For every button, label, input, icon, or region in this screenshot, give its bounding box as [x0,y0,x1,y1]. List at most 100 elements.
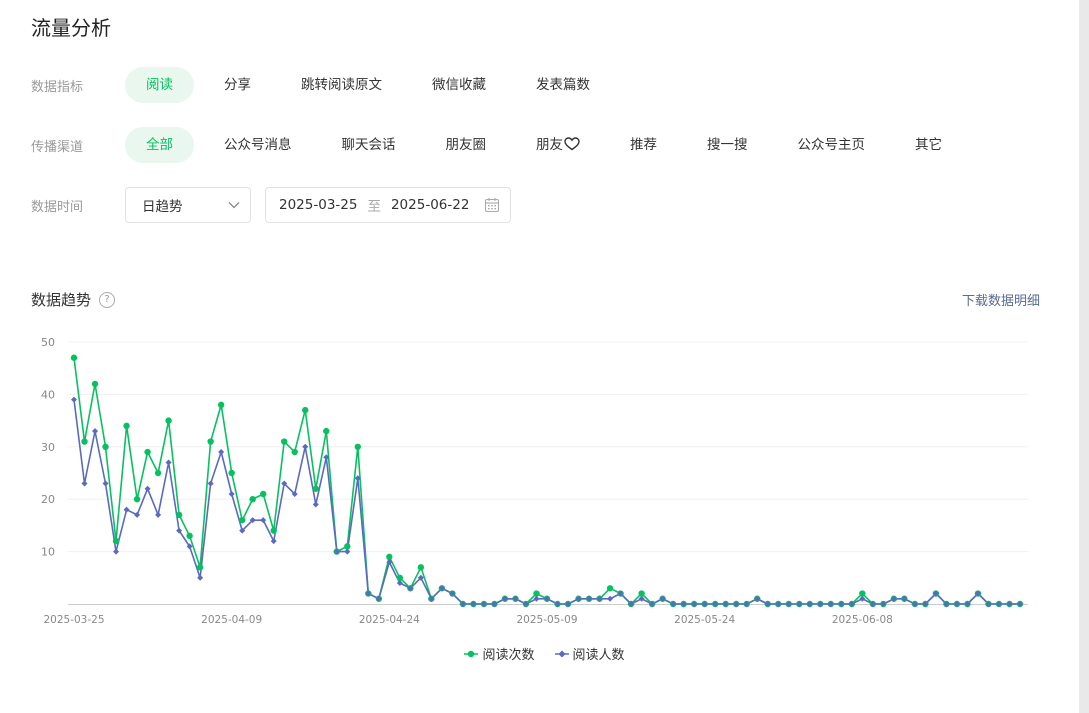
channel-option-profile[interactable]: 公众号主页 [778,127,886,163]
calendar-icon[interactable] [484,197,500,213]
data-point-reads [154,469,162,477]
data-point-users [312,501,319,508]
data-point-users [260,517,267,524]
data-point-reads [396,574,404,581]
date-range-picker[interactable]: 2025-03-25 至 2025-06-22 [265,187,511,223]
data-point-users [302,443,309,450]
channel-option-official-messages[interactable]: 公众号消息 [204,127,312,163]
data-point-reads [249,496,256,503]
channel-filter-label: 传播渠道 [31,139,84,155]
trend-mode-select[interactable]: 日趋势 [125,187,251,223]
section-title: 数据趋势 ? [31,289,116,310]
series-line-users [73,399,1020,605]
legend-item-reads[interactable]: 阅读次数 [464,644,535,663]
legend-label-reads: 阅读次数 [482,648,535,663]
time-filter-row: 数据时间 日趋势 2025-03-25 至 2025-06-22 [31,187,511,223]
metric-option-shares[interactable]: 分享 [204,67,271,103]
channel-option-search[interactable]: 搜一搜 [687,127,768,163]
data-point-reads [417,564,425,571]
data-point-users [92,428,99,435]
data-point-reads [133,496,141,503]
data-point-users [197,574,204,581]
metric-option-posts[interactable]: 发表篇数 [516,67,610,103]
date-end[interactable]: 2025-06-22 [391,197,469,213]
y-tick-label: 20 [41,493,55,506]
data-point-reads [144,448,151,456]
data-point-reads [270,527,277,534]
data-point-users [218,449,225,456]
data-point-users [123,506,130,513]
data-point-reads [228,469,235,477]
data-point-reads [344,543,351,550]
channel-option-all[interactable]: 全部 [125,127,194,163]
channel-option-friends-label: 朋友 [536,137,563,153]
data-point-users [102,480,109,487]
heart-icon [564,137,580,151]
chevron-down-icon [228,202,240,209]
channel-option-moments[interactable]: 朋友圈 [426,127,507,163]
data-point-reads [606,585,614,592]
x-tick-label: 2025-04-09 [201,614,262,626]
x-tick-label: 2025-04-24 [359,614,420,626]
y-tick-label: 50 [41,336,55,349]
data-point-reads [196,564,204,571]
trend-chart: 10 20 30 40 50 2025-03-25 2025-04-09 2025-04-24… [41,336,1028,626]
channel-option-other[interactable]: 其它 [895,127,962,163]
y-tick-label: 10 [41,546,55,559]
y-tick-label: 40 [41,388,55,401]
data-point-users [165,459,172,466]
data-point-reads [638,590,645,597]
metric-option-favorites[interactable]: 微信收藏 [412,67,506,103]
x-tick-label: 2025-05-24 [674,614,735,626]
data-point-reads [186,532,193,540]
channel-filter-row: 传播渠道 全部 公众号消息 聊天会话 朋友圈 朋友 推荐 搜一搜 公众号主页 其… [31,127,962,163]
data-point-reads [238,516,246,524]
data-point-reads [354,443,361,450]
data-point-users [113,548,120,555]
channel-option-recommend[interactable]: 推荐 [610,127,677,163]
data-point-reads [123,422,130,430]
data-point-users [144,485,151,492]
download-details-link[interactable]: 下载数据明细 [962,290,1040,309]
channel-option-chats[interactable]: 聊天会话 [322,127,416,163]
page-title: 流量分析 [31,16,111,40]
data-point-users [270,538,277,545]
metric-option-reads[interactable]: 阅读 [125,67,194,103]
data-point-users [228,490,235,497]
trend-mode-value: 日趋势 [142,199,183,215]
scrollbar-track[interactable] [1079,0,1089,713]
date-separator: 至 [367,199,381,215]
data-point-reads [386,553,393,561]
date-start[interactable]: 2025-03-25 [279,197,357,213]
data-point-reads [302,406,309,414]
metric-option-read-original[interactable]: 跳转阅读原文 [281,67,402,103]
data-point-reads [533,590,540,597]
x-tick-label: 2025-05-09 [516,614,577,626]
data-point-users [134,511,141,518]
data-point-users [71,396,77,403]
x-tick-label: 2025-03-25 [43,614,104,626]
data-point-users [155,511,162,518]
data-point-reads [217,401,225,409]
data-point-reads [165,417,172,424]
data-point-reads [281,438,288,445]
data-point-users [81,480,88,487]
x-tick-label: 2025-06-08 [832,614,893,626]
legend-label-users: 阅读人数 [572,648,625,663]
data-point-users [207,480,214,487]
data-point-reads [175,511,183,519]
data-point-reads [70,354,78,361]
y-tick-label: 30 [41,441,55,454]
channel-option-friends[interactable]: 朋友 [516,127,600,163]
data-point-reads [81,438,88,445]
data-point-reads [112,537,120,545]
legend-item-users[interactable]: 阅读人数 [554,644,625,663]
metric-filter-row: 数据指标 阅读 分享 跳转阅读原文 微信收藏 发表篇数 [31,67,610,103]
data-point-reads [91,380,99,388]
time-filter-label: 数据时间 [31,199,84,215]
data-point-reads [260,490,267,498]
section-title-text: 数据趋势 [31,291,92,309]
help-icon[interactable]: ? [99,291,116,308]
data-point-users [344,548,351,555]
data-point-reads [859,590,866,597]
